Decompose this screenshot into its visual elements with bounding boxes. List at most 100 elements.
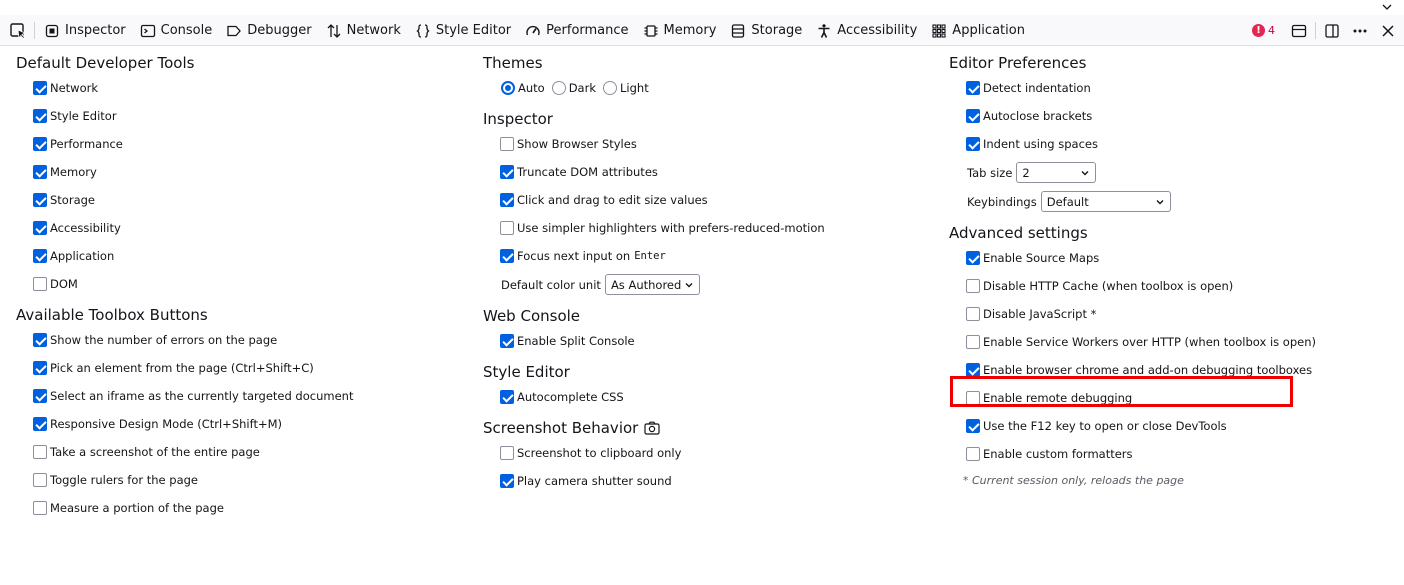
checkbox-checked[interactable] <box>33 333 47 347</box>
checkbox-checked[interactable] <box>33 249 47 263</box>
option-truncate-dom-attributes[interactable]: Truncate DOM attributes <box>500 158 933 186</box>
option-show-the-number-of-errors-on-the-page[interactable]: Show the number of errors on the page <box>33 326 466 354</box>
checkbox-checked[interactable] <box>33 81 47 95</box>
error-count-badge[interactable]: ! 4 <box>1252 24 1275 37</box>
option-dom[interactable]: DOM <box>33 270 466 298</box>
option-disable-javascript[interactable]: Disable JavaScript * <box>966 300 1399 328</box>
checkbox-checked[interactable] <box>966 137 980 151</box>
option-toggle-rulers-for-the-page[interactable]: Toggle rulers for the page <box>33 466 466 494</box>
option-click-and-drag-to-edit-size-values[interactable]: Click and drag to edit size values <box>500 186 933 214</box>
option-memory[interactable]: Memory <box>33 158 466 186</box>
option-focus-next-input[interactable]: Focus next input on Enter <box>500 242 933 270</box>
option-performance[interactable]: Performance <box>33 130 466 158</box>
checkbox-checked[interactable] <box>500 193 514 207</box>
checkbox-unchecked[interactable] <box>33 473 47 487</box>
tab-memory[interactable]: Memory <box>636 15 724 46</box>
option-play-camera-shutter-sound[interactable]: Play camera shutter sound <box>500 467 933 495</box>
checkbox-unchecked[interactable] <box>33 501 47 515</box>
dock-options-button[interactable] <box>1318 17 1346 45</box>
option-autoclose-brackets[interactable]: Autoclose brackets <box>966 102 1399 130</box>
option-storage[interactable]: Storage <box>33 186 466 214</box>
radio-selected[interactable] <box>501 81 515 95</box>
more-options-button[interactable] <box>1346 17 1374 45</box>
option-autocomplete-css[interactable]: Autocomplete CSS <box>500 383 933 411</box>
checkbox-checked[interactable] <box>33 389 47 403</box>
option-use-simpler-highlighters-with-prefers-reduced-motion[interactable]: Use simpler highlighters with prefers-re… <box>500 214 933 242</box>
settings-column-3: Editor Preferences Detect indentation Aut… <box>949 46 1399 494</box>
radio-unselected[interactable] <box>551 81 566 95</box>
option-use-the-f12-key-to-open-or-close-devtools[interactable]: Use the F12 key to open or close DevTool… <box>966 412 1399 440</box>
option-accessibility[interactable]: Accessibility <box>33 214 466 242</box>
checkbox-checked[interactable] <box>966 109 980 123</box>
checkbox-unchecked[interactable] <box>966 335 980 349</box>
radio-unselected[interactable] <box>603 81 617 95</box>
option-label: Storage <box>50 193 95 207</box>
checkbox-checked[interactable] <box>33 361 47 375</box>
option-enable-split-console[interactable]: Enable Split Console <box>500 327 933 355</box>
option-select-an-iframe-as-the-currently-targeted-document[interactable]: Select an iframe as the currently target… <box>33 382 466 410</box>
tab-debugger[interactable]: Debugger <box>219 15 318 46</box>
select-value: Default <box>1046 194 1089 209</box>
tab-label: Network <box>346 23 401 38</box>
checkbox-unchecked[interactable] <box>500 221 514 235</box>
option-detect-indentation[interactable]: Detect indentation <box>966 74 1399 102</box>
tab-accessibility[interactable]: Accessibility <box>809 15 924 46</box>
option-disable-http-cache-when-toolbox-is-open[interactable]: Disable HTTP Cache (when toolbox is open… <box>966 272 1399 300</box>
color-unit-select[interactable]: As Authored <box>604 274 700 295</box>
checkbox-checked[interactable] <box>966 81 980 95</box>
checkbox-unchecked[interactable] <box>966 447 980 461</box>
option-measure-a-portion-of-the-page[interactable]: Measure a portion of the page <box>33 494 466 522</box>
checkbox-checked[interactable] <box>33 165 47 179</box>
option-enable-custom-formatters[interactable]: Enable custom formatters <box>966 440 1399 468</box>
checkbox-checked[interactable] <box>500 474 514 488</box>
checkbox-checked[interactable] <box>33 221 47 235</box>
chevron-down-icon[interactable] <box>1380 0 1394 14</box>
option-indent-using-spaces[interactable]: Indent using spaces <box>966 130 1399 158</box>
checkbox-checked[interactable] <box>966 363 980 377</box>
tab-network[interactable]: Network <box>319 15 408 46</box>
theme-radio-dark[interactable]: Dark <box>551 81 596 95</box>
option-pick-an-element-from-the-page-ctrl-shift-c[interactable]: Pick an element from the page (Ctrl+Shif… <box>33 354 466 382</box>
option-label: Autoclose brackets <box>983 109 1093 123</box>
keybindings-select[interactable]: Default <box>1040 191 1171 212</box>
checkbox-checked[interactable] <box>33 137 47 151</box>
option-responsive-design-mode-ctrl-shift-m[interactable]: Responsive Design Mode (Ctrl+Shift+M) <box>33 410 466 438</box>
option-enable-source-maps[interactable]: Enable Source Maps <box>966 244 1399 272</box>
theme-radio-auto[interactable]: Auto <box>501 81 545 95</box>
checkbox-checked[interactable] <box>33 193 47 207</box>
checkbox-unchecked[interactable] <box>966 307 980 321</box>
tab-inspector[interactable]: Inspector <box>37 15 133 46</box>
screenshot-list: Screenshot to clipboard only Play camera … <box>483 439 933 495</box>
checkbox-checked[interactable] <box>500 165 514 179</box>
tab-performance[interactable]: Performance <box>518 15 635 46</box>
element-picker-icon[interactable] <box>8 21 28 41</box>
option-network[interactable]: Network <box>33 74 466 102</box>
checkbox-unchecked[interactable] <box>33 445 47 459</box>
checkbox-checked[interactable] <box>500 390 514 404</box>
option-show-browser-styles[interactable]: Show Browser Styles <box>500 130 933 158</box>
option-label: Show Browser Styles <box>517 137 637 151</box>
checkbox-checked[interactable] <box>966 419 980 433</box>
checkbox-checked[interactable] <box>966 251 980 265</box>
checkbox-unchecked[interactable] <box>966 279 980 293</box>
theme-radio-light[interactable]: Light <box>603 81 649 95</box>
checkbox-checked[interactable] <box>500 334 514 348</box>
checkbox-unchecked[interactable] <box>33 277 47 291</box>
checkbox-checked[interactable] <box>33 109 47 123</box>
tab-style-editor[interactable]: Style Editor <box>408 15 518 46</box>
tab-size-select[interactable]: 2 <box>1016 162 1097 183</box>
checkbox-unchecked[interactable] <box>500 137 514 151</box>
option-style-editor[interactable]: Style Editor <box>33 102 466 130</box>
tab-console[interactable]: Console <box>133 15 220 46</box>
split-console-button[interactable] <box>1285 17 1313 45</box>
close-toolbox-button[interactable] <box>1374 17 1402 45</box>
checkbox-unchecked[interactable] <box>500 446 514 460</box>
tab-application[interactable]: Application <box>924 15 1032 46</box>
option-enable-service-workers-over-http-when-toolbox-is-open[interactable]: Enable Service Workers over HTTP (when t… <box>966 328 1399 356</box>
tab-storage[interactable]: Storage <box>723 15 809 46</box>
option-take-a-screenshot-of-the-entire-page[interactable]: Take a screenshot of the entire page <box>33 438 466 466</box>
option-application[interactable]: Application <box>33 242 466 270</box>
option-screenshot-to-clipboard-only[interactable]: Screenshot to clipboard only <box>500 439 933 467</box>
checkbox-checked[interactable] <box>33 417 47 431</box>
checkbox[interactable] <box>500 249 514 263</box>
